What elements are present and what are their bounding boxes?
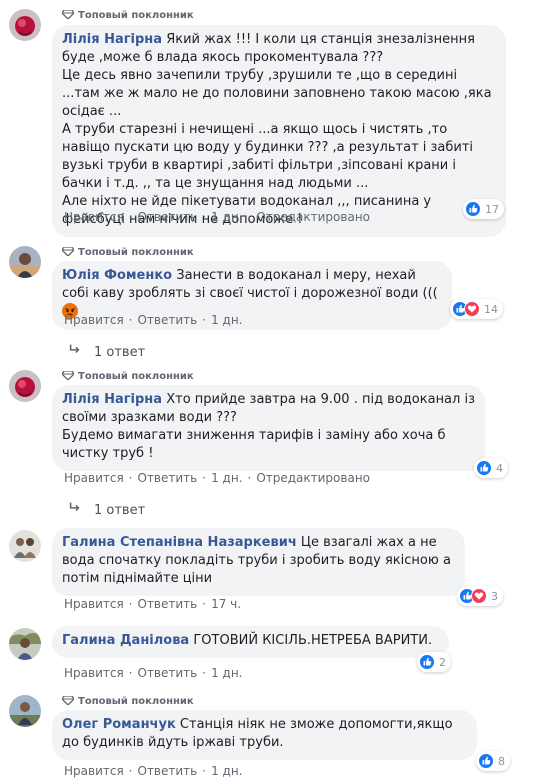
view-replies-link[interactable]: 1 ответ [68, 342, 145, 360]
avatar-image-icon [9, 628, 41, 660]
reply-button[interactable]: Ответить [138, 313, 198, 327]
comment-bubble: Галина Степанівна Назаркевич Це взагалі … [52, 528, 465, 596]
comment-actions: Нравится · Ответить · 17 ч. [64, 597, 242, 611]
like-button[interactable]: Нравится [64, 764, 124, 778]
badge-label: Топовый поклонник [78, 247, 194, 258]
reaction-count: 8 [498, 754, 505, 768]
reaction-count: 4 [496, 461, 503, 475]
diamond-icon [62, 10, 74, 19]
comment-bubble: Лілія Нагірна Який жах !!! І коли ця ста… [52, 25, 506, 237]
reaction-count: 17 [485, 202, 499, 216]
top-fan-badge: Топовый поклонник [62, 247, 194, 258]
avatar[interactable] [9, 695, 41, 727]
timestamp[interactable]: 1 дн. [211, 666, 242, 680]
replies-count: 1 ответ [94, 503, 146, 518]
comment-bubble: Галина Данілова ГОТОВИЙ КІСІЛЬ.НЕТРЕБА В… [52, 626, 449, 658]
reply-button[interactable]: Ответить [138, 471, 198, 485]
avatar[interactable] [9, 628, 41, 660]
like-button[interactable]: Нравится [64, 313, 124, 327]
avatar-image-icon [9, 370, 41, 402]
comment-text: ГОТОВИЙ КІСІЛЬ.НЕТРЕБА ВАРИТИ. [193, 633, 433, 648]
comment-actions: Нравится · Ответить · 1 дн. [64, 764, 243, 778]
comment-actions: Нравится · Ответить · 1 дн. · Отредактировано [64, 210, 371, 224]
reply-button[interactable]: Ответить [138, 666, 198, 680]
avatar-image-icon [9, 246, 41, 278]
reply-arrow-icon [68, 342, 84, 360]
badge-label: Топовый поклонник [78, 696, 194, 707]
edited-label[interactable]: Отредактировано [256, 471, 370, 485]
reply-button[interactable]: Ответить [138, 597, 198, 611]
like-icon [465, 201, 481, 217]
like-icon [478, 753, 494, 769]
like-button[interactable]: Нравится [64, 597, 124, 611]
top-fan-badge: Топовый поклонник [62, 10, 194, 21]
comment-author[interactable]: Олег Романчук [62, 717, 176, 732]
avatar[interactable] [9, 246, 41, 278]
timestamp[interactable]: 17 ч. [211, 597, 241, 611]
reaction-count: 3 [491, 589, 498, 603]
badge-label: Топовый поклонник [78, 10, 194, 21]
reaction-summary[interactable]: 2 [417, 652, 451, 672]
like-button[interactable]: Нравится [64, 471, 124, 485]
like-button[interactable]: Нравится [64, 210, 124, 224]
timestamp[interactable]: 1 дн. [211, 764, 242, 778]
comment-author[interactable]: Лілія Нагірна [62, 392, 162, 407]
comment-author[interactable]: Галина Степанівна Назаркевич [62, 535, 297, 550]
reply-button[interactable]: Ответить [138, 210, 198, 224]
love-icon [471, 588, 487, 604]
reaction-summary[interactable]: 3 [457, 586, 503, 606]
edited-label[interactable]: Отредактировано [256, 210, 370, 224]
reaction-summary[interactable]: 8 [476, 751, 510, 771]
timestamp[interactable]: 1 дн. [211, 471, 242, 485]
reply-arrow-icon [68, 500, 84, 518]
comment-actions: Нравится · Ответить · 1 дн. · Отредактировано [64, 471, 371, 485]
like-button[interactable]: Нравится [64, 666, 124, 680]
avatar[interactable] [9, 370, 41, 402]
avatar-image-icon [9, 695, 41, 727]
avatar-image-icon [9, 530, 41, 562]
avatar[interactable] [9, 9, 41, 41]
timestamp[interactable]: 1 дн. [211, 210, 242, 224]
timestamp[interactable]: 1 дн. [211, 313, 242, 327]
reaction-summary[interactable]: 14 [450, 299, 503, 319]
top-fan-badge: Топовый поклонник [62, 371, 194, 382]
love-icon [464, 301, 480, 317]
view-replies-link[interactable]: 1 ответ [68, 500, 145, 518]
badge-label: Топовый поклонник [78, 371, 194, 382]
diamond-icon [62, 247, 74, 256]
comment-bubble: Лілія Нагірна Хто прийде завтра на 9.00 … [52, 385, 485, 471]
comment-author[interactable]: Лілія Нагірна [62, 32, 162, 47]
reply-button[interactable]: Ответить [138, 764, 198, 778]
replies-count: 1 ответ [94, 345, 146, 360]
comment-text: Який жах !!! І коли ця станція знезалізн… [62, 32, 492, 227]
reaction-count: 14 [484, 302, 498, 316]
comment-author[interactable]: Юлія Фоменко [62, 268, 172, 283]
avatar-image-icon [9, 9, 41, 41]
diamond-icon [62, 371, 74, 380]
reaction-summary[interactable]: 4 [474, 458, 508, 478]
like-icon [419, 654, 435, 670]
comment-actions: Нравится · Ответить · 1 дн. [64, 313, 243, 327]
comment-bubble: Олег Романчук Станція ніяк не зможе допо… [52, 710, 477, 760]
reaction-summary[interactable]: 17 [463, 199, 504, 219]
top-fan-badge: Топовый поклонник [62, 696, 194, 707]
avatar[interactable] [9, 530, 41, 562]
comment-author[interactable]: Галина Данілова [62, 633, 189, 648]
comment-actions: Нравится · Ответить · 1 дн. [64, 666, 243, 680]
like-icon [476, 460, 492, 476]
diamond-icon [62, 696, 74, 705]
reaction-count: 2 [439, 655, 446, 669]
